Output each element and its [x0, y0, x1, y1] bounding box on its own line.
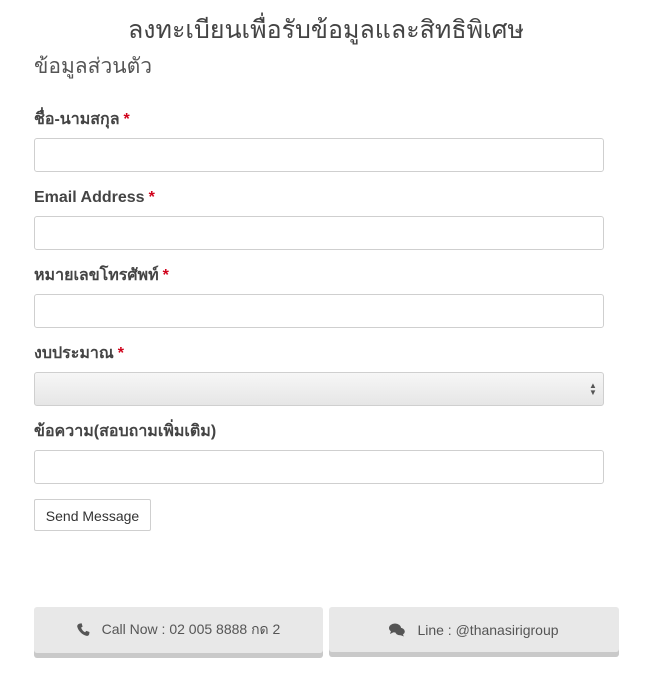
name-input[interactable]: [34, 138, 604, 172]
send-message-button[interactable]: Send Message: [34, 499, 151, 531]
section-title: ข้อมูลส่วนตัว: [34, 55, 153, 78]
chat-bubbles-icon: [389, 623, 406, 637]
page-title: ลงทะเบียนเพื่อรับข้อมูลและสิทธิพิเศษ: [127, 16, 525, 44]
phone-input[interactable]: [34, 294, 604, 328]
required-marker: *: [123, 111, 130, 128]
email-label: Email Address *: [34, 187, 155, 209]
select-arrows-icon: ▲ ▼: [589, 381, 597, 397]
email-label-text: Email Address: [34, 189, 145, 206]
budget-label-text: งบประมาณ: [34, 345, 114, 362]
call-now-button[interactable]: Call Now : 02 005 8888 กด 2: [34, 607, 323, 653]
name-label: ชื่อ-นามสกุล *: [34, 109, 130, 131]
phone-icon: [76, 623, 90, 637]
required-marker: *: [162, 267, 169, 284]
line-label: Line : @thanasirigroup: [417, 621, 559, 638]
phone-label: หมายเลขโทรศัพท์ *: [34, 265, 169, 287]
message-label: ข้อความ(สอบถามเพิ่มเติม): [34, 421, 216, 443]
registration-page: ลงทะเบียนเพื่อรับข้อมูลและสิทธิพิเศษ ข้อ…: [0, 0, 655, 681]
message-input[interactable]: [34, 450, 604, 484]
phone-label-text: หมายเลขโทรศัพท์: [34, 267, 159, 284]
budget-select[interactable]: ▲ ▼: [34, 372, 604, 406]
required-marker: *: [117, 345, 124, 362]
required-marker: *: [148, 189, 155, 206]
name-label-text: ชื่อ-นามสกุล: [34, 111, 120, 128]
line-button[interactable]: Line : @thanasirigroup: [329, 607, 619, 652]
email-input[interactable]: [34, 216, 604, 250]
message-label-text: ข้อความ(สอบถามเพิ่มเติม): [34, 423, 217, 440]
budget-label: งบประมาณ *: [34, 343, 124, 365]
call-now-label: Call Now : 02 005 8888 กด 2: [101, 621, 281, 637]
